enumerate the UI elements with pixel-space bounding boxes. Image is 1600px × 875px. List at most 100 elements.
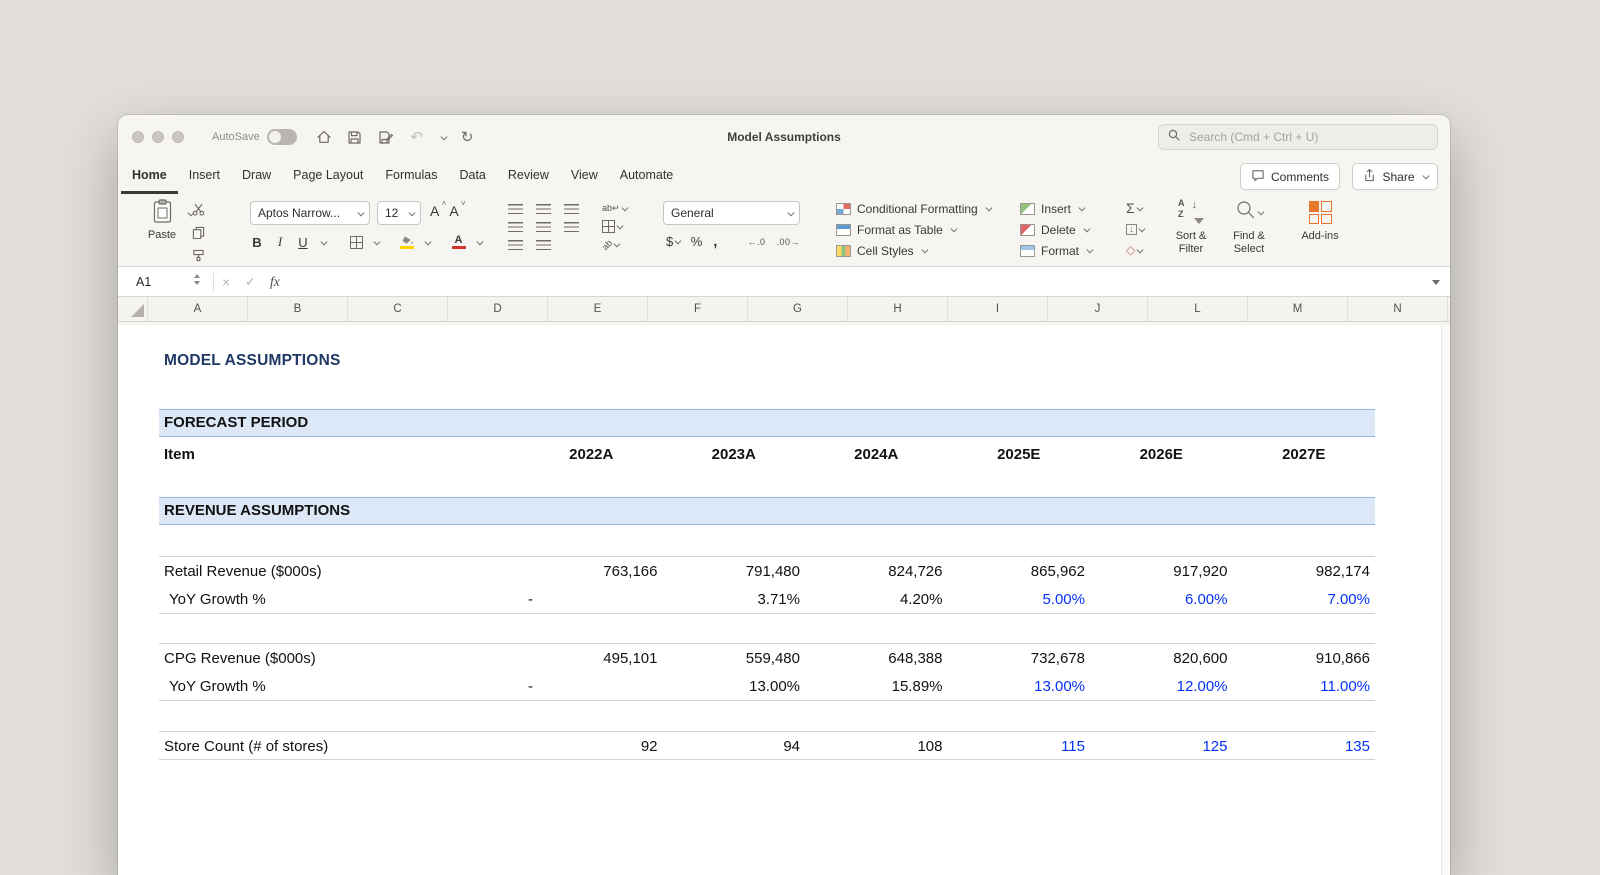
borders-chevron-icon[interactable] — [373, 238, 380, 245]
format-painter-icon[interactable] — [192, 249, 205, 267]
cell-styles-button[interactable]: Cell Styles — [836, 242, 990, 259]
borders-icon[interactable] — [349, 235, 363, 249]
cell[interactable]: 12.00% — [1090, 672, 1233, 701]
orientation-icon[interactable]: ab — [600, 237, 626, 252]
cell[interactable]: YoY Growth % — [169, 672, 266, 701]
tab-data[interactable]: Data — [448, 159, 496, 194]
col-header-f[interactable]: F — [648, 297, 748, 321]
cell[interactable]: - — [520, 585, 663, 614]
cut-icon[interactable] — [192, 203, 205, 221]
fill-button[interactable]: ↓ — [1126, 221, 1146, 237]
cell[interactable]: 732,678 — [948, 644, 1091, 673]
col-header-c[interactable]: C — [348, 297, 448, 321]
align-center-icon[interactable] — [536, 222, 551, 232]
cell[interactable]: 92 — [520, 732, 663, 761]
align-middle-icon[interactable] — [536, 204, 551, 214]
col-header-e[interactable]: E — [548, 297, 648, 321]
cell[interactable]: 135 — [1233, 732, 1376, 761]
comments-button[interactable]: Comments — [1239, 163, 1340, 190]
format-as-table-button[interactable]: Format as Table — [836, 221, 990, 238]
home-icon[interactable] — [315, 128, 333, 146]
formula-input[interactable] — [298, 269, 1420, 295]
cell[interactable]: CPG Revenue ($000s) — [164, 644, 316, 673]
formula-bar-expand-icon[interactable] — [1432, 280, 1440, 285]
underline-chevron-icon[interactable] — [320, 238, 328, 245]
redo-icon[interactable]: ↻ — [458, 128, 476, 146]
clear-button[interactable]: ◇ — [1126, 242, 1144, 258]
tab-automate[interactable]: Automate — [609, 159, 685, 194]
increase-indent-icon[interactable] — [536, 240, 551, 250]
col-header-l[interactable]: L — [1148, 297, 1248, 321]
col-header-m[interactable]: M — [1248, 297, 1348, 321]
font-color-button[interactable]: A — [451, 235, 466, 249]
tab-review[interactable]: Review — [497, 159, 560, 194]
name-box[interactable]: A1 — [132, 267, 198, 297]
cell[interactable]: 13.00% — [663, 672, 806, 701]
delete-button[interactable]: Delete — [1020, 221, 1092, 238]
number-format-dropdown[interactable]: General — [663, 201, 800, 225]
cell[interactable]: 2025E — [948, 440, 1091, 469]
sheet-grid[interactable]: MODEL ASSUMPTIONS FORECAST PERIOD Item 2… — [118, 325, 1450, 875]
tab-page-layout[interactable]: Page Layout — [282, 159, 374, 194]
conditional-formatting-button[interactable]: Conditional Formatting — [836, 200, 992, 217]
search-box[interactable] — [1158, 124, 1438, 150]
cell[interactable]: 108 — [805, 732, 948, 761]
insert-function-icon[interactable]: fx — [270, 267, 280, 296]
col-header-b[interactable]: B — [248, 297, 348, 321]
cell[interactable]: 824,726 — [805, 557, 948, 586]
cell[interactable]: 791,480 — [663, 557, 806, 586]
shrink-font-button[interactable]: A ˅ — [449, 199, 465, 219]
cell[interactable]: Item — [164, 440, 195, 469]
bold-button[interactable]: B — [250, 235, 264, 250]
align-left-icon[interactable] — [508, 222, 523, 232]
cell[interactable]: 13.00% — [948, 672, 1091, 701]
cell[interactable]: YoY Growth % — [169, 585, 266, 614]
select-all-corner[interactable] — [118, 297, 148, 321]
cell[interactable]: 820,600 — [1090, 644, 1233, 673]
col-header-a[interactable]: A — [148, 297, 248, 321]
find-select-button[interactable]: Find & Select — [1224, 198, 1274, 255]
increase-decimal-icon[interactable]: ←.0 — [747, 237, 765, 247]
autosave-toggle[interactable] — [266, 129, 297, 145]
cell[interactable]: 559,480 — [663, 644, 806, 673]
fill-color-chevron-icon[interactable] — [424, 238, 432, 245]
comma-button[interactable]: , — [713, 234, 717, 249]
font-color-chevron-icon[interactable] — [476, 238, 483, 245]
tab-draw[interactable]: Draw — [231, 159, 282, 194]
section-forecast-period[interactable]: FORECAST PERIOD — [159, 409, 1375, 437]
font-size-dropdown[interactable]: 12 — [377, 201, 421, 225]
cell[interactable]: Store Count (# of stores) — [164, 732, 328, 761]
fill-color-button[interactable] — [400, 235, 414, 249]
font-name-dropdown[interactable]: Aptos Narrow... — [250, 201, 370, 225]
italic-button[interactable]: I — [273, 234, 287, 250]
minimize-button[interactable] — [152, 131, 164, 143]
cell[interactable]: 2026E — [1090, 440, 1233, 469]
undo-chevron-icon[interactable] — [440, 133, 447, 140]
undo-icon[interactable]: ↶ — [408, 128, 426, 146]
col-header-h[interactable]: H — [848, 297, 948, 321]
col-header-n[interactable]: N — [1348, 297, 1448, 321]
col-header-g[interactable]: G — [748, 297, 848, 321]
close-button[interactable] — [132, 131, 144, 143]
cell[interactable]: 865,962 — [948, 557, 1091, 586]
cell[interactable]: 5.00% — [948, 585, 1091, 614]
cell[interactable]: 15.89% — [805, 672, 948, 701]
align-top-icon[interactable] — [508, 204, 523, 214]
tab-formulas[interactable]: Formulas — [374, 159, 448, 194]
cell[interactable]: Retail Revenue ($000s) — [164, 557, 322, 586]
cell[interactable]: 495,101 — [520, 644, 663, 673]
cell[interactable]: 982,174 — [1233, 557, 1376, 586]
underline-button[interactable]: U — [296, 235, 310, 250]
section-revenue-assumptions[interactable]: REVENUE ASSUMPTIONS — [159, 497, 1375, 525]
cell[interactable]: 2022A — [520, 440, 663, 469]
align-bottom-icon[interactable] — [564, 204, 579, 214]
grow-font-button[interactable]: A ˄ — [430, 199, 446, 219]
cell[interactable]: 763,166 — [520, 557, 663, 586]
save-icon[interactable] — [346, 128, 364, 146]
search-input[interactable] — [1187, 129, 1428, 145]
paste-button[interactable]: Paste — [136, 199, 194, 241]
col-header-i[interactable]: I — [948, 297, 1048, 321]
autosum-button[interactable]: Σ — [1126, 200, 1144, 216]
cell[interactable]: 2023A — [663, 440, 806, 469]
merge-center-icon[interactable] — [602, 220, 626, 233]
